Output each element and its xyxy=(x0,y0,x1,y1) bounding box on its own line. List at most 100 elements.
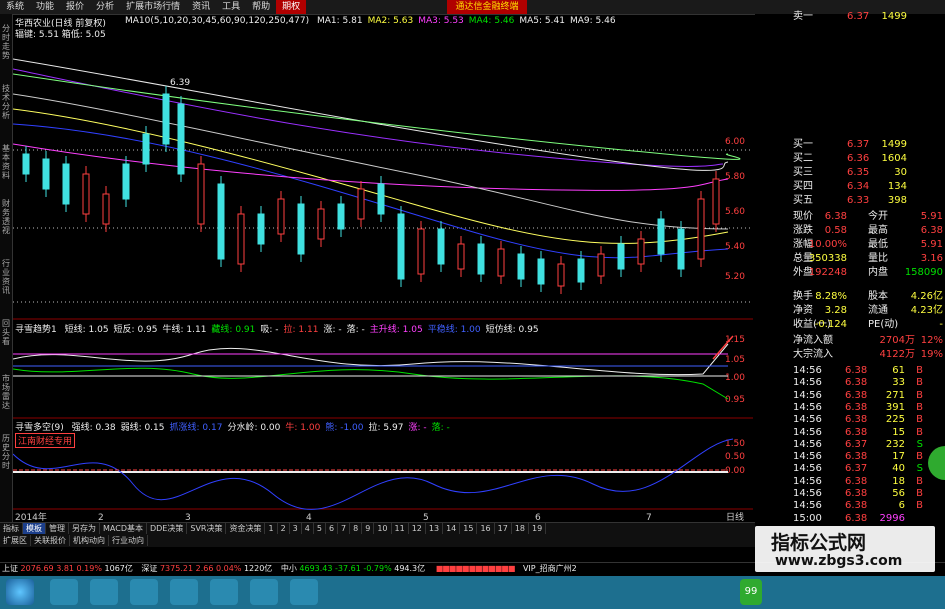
menu-warn-badge[interactable]: 通达信金融终端 xyxy=(447,0,527,14)
flow-value: 4122万 xyxy=(879,349,915,360)
left-tab-7[interactable]: 历史分时 xyxy=(0,434,12,470)
taskbar-app-icon-2[interactable] xyxy=(210,579,238,605)
toolbar-tab-2[interactable]: 管理 xyxy=(46,523,69,534)
candle-body xyxy=(22,153,30,175)
menu-item-2[interactable]: 报价 xyxy=(60,0,90,14)
toolbar-tab-17[interactable]: 10 xyxy=(374,523,392,534)
tick-time: 14:56 xyxy=(793,451,822,463)
main-chart-area[interactable]: 6.00 5.80 5.60 5.40 5.20 1.15 1.05 1.00 0.95 1.50… xyxy=(12,14,753,523)
left-tab-0[interactable]: 分时走势 xyxy=(0,24,12,60)
stat-value: 6.38 xyxy=(824,211,847,222)
left-tab-5[interactable]: 回头看 xyxy=(0,319,12,346)
toolbar-tab-1[interactable]: 模板 xyxy=(23,523,46,534)
sh-pct: 0.19% xyxy=(76,564,102,573)
toolbar-tab-12[interactable]: 5 xyxy=(314,523,326,534)
order-label: 买五 xyxy=(793,195,813,206)
sub-legend: 辐键: 5.51 箱低: 5.05 xyxy=(15,30,106,40)
toolbar-tab-24[interactable]: 17 xyxy=(495,523,512,534)
menu-item-7[interactable]: 帮助 xyxy=(246,0,276,14)
left-tab-4[interactable]: 行业资讯 xyxy=(0,259,12,295)
tick-side: B xyxy=(916,475,923,487)
candle-body xyxy=(677,228,685,270)
toolbar-tab-23[interactable]: 16 xyxy=(477,523,495,534)
watermark: 指标公式网 www.zbgs3.com xyxy=(735,520,935,580)
toolbar-tab-7[interactable]: 资金决策 xyxy=(226,523,266,534)
toolbar-area-tab-2[interactable]: 机构动向 xyxy=(70,535,109,546)
stat-label: 今开 xyxy=(868,211,888,222)
chart-canvas[interactable]: 6.00 5.80 5.60 5.40 5.20 1.15 1.05 1.00 0.95 1.50… xyxy=(12,14,753,523)
tick-price: 6.38 xyxy=(845,414,868,426)
toolbar-tab-8[interactable]: 1 xyxy=(265,523,278,534)
toolbar-tab-26[interactable]: 19 xyxy=(529,523,547,534)
toolbar-tab-21[interactable]: 14 xyxy=(443,523,461,534)
stat-row: 总量 350338 量比 3.16 xyxy=(755,252,945,265)
zx-pct: -0.79% xyxy=(363,564,392,573)
taskbar-ie-icon[interactable] xyxy=(50,579,78,605)
tick-volume: 225 xyxy=(885,414,905,426)
order-volume: 1604 xyxy=(881,153,907,164)
ind1legend-item-6: 涨: - xyxy=(323,325,342,335)
left-tab-6[interactable]: 市场雷达 xyxy=(0,374,12,410)
toolbar-tab-18[interactable]: 11 xyxy=(392,523,409,534)
toolbar-area-tab-1[interactable]: 关联报价 xyxy=(31,535,70,546)
toolbar-tab-19[interactable]: 12 xyxy=(409,523,426,534)
menu-item-5[interactable]: 资讯 xyxy=(186,0,216,14)
tray-badge[interactable]: 99 xyxy=(740,579,762,605)
toolbar-area-tab-0[interactable]: 扩展区 xyxy=(0,535,31,546)
tick-volume: 391 xyxy=(885,401,905,413)
toolbar-tab-20[interactable]: 13 xyxy=(426,523,444,534)
price-axis-label: 5.40 xyxy=(725,242,745,252)
indicator1-legend: 寻雪趋势1 短线: 1.05 短反: 0.95 牛线: 1.11 藏线: 0.91 吸:… xyxy=(15,322,539,335)
taskbar-browser-icon[interactable] xyxy=(90,579,118,605)
finance-label: 股本 xyxy=(868,291,888,302)
toolbar-tab-16[interactable]: 9 xyxy=(362,523,375,534)
tick-side: B xyxy=(916,426,923,438)
tick-price: 6.38 xyxy=(845,451,868,463)
taskbar-app-icon-4[interactable] xyxy=(290,579,318,605)
left-tab-2[interactable]: 基本资料 xyxy=(0,144,12,180)
malegend-item-0: MA1: 5.81 xyxy=(317,16,363,26)
toolbar-tab-25[interactable]: 18 xyxy=(512,523,529,534)
finance-row: 净资 3.28 流通 4.23亿 xyxy=(755,304,945,317)
tick-side: B xyxy=(916,414,923,426)
toolbar-area-tab-3[interactable]: 行业动向 xyxy=(109,535,148,546)
toolbar-tab-22[interactable]: 15 xyxy=(460,523,478,534)
watermark-title: 指标公式网 xyxy=(771,532,867,554)
toolbar-tab-11[interactable]: 4 xyxy=(302,523,314,534)
toolbar-tab-4[interactable]: MACD基本 xyxy=(100,523,147,534)
menu-item-3[interactable]: 分析 xyxy=(90,0,120,14)
candle-body xyxy=(102,193,110,225)
toolbar-tab-14[interactable]: 7 xyxy=(338,523,351,534)
taskbar-app-icon-1[interactable] xyxy=(170,579,198,605)
toolbar-tab-13[interactable]: 6 xyxy=(326,523,339,534)
toolbar-tab-9[interactable]: 2 xyxy=(278,523,290,534)
toolbar-tab-15[interactable]: 8 xyxy=(350,523,363,534)
ind1legend-item-9: 平稳线: 1.00 xyxy=(427,325,481,335)
left-tab-3[interactable]: 财务透视 xyxy=(0,199,12,235)
tick-side: B xyxy=(916,389,923,401)
toolbar-tab-0[interactable]: 指标 xyxy=(0,523,23,534)
start-button[interactable] xyxy=(6,579,34,605)
tick-side: S xyxy=(916,463,923,475)
menu-item-8[interactable]: 期权 xyxy=(276,0,307,14)
menu-item-1[interactable]: 功能 xyxy=(30,0,60,14)
menu-item-4[interactable]: 扩展市场行情 xyxy=(120,0,186,14)
tick-row: 14:56 6.37 232 S xyxy=(755,438,945,451)
toolbar-tab-10[interactable]: 3 xyxy=(290,523,302,534)
menu-item-0[interactable]: 系统 xyxy=(0,0,30,14)
candle-body xyxy=(62,163,70,205)
order-volume: 30 xyxy=(894,167,907,178)
menu-item-6[interactable]: 工具 xyxy=(216,0,246,14)
candle-body xyxy=(317,208,325,240)
ind2legend-item-7: 涨: - xyxy=(408,423,427,433)
left-tab-1[interactable]: 技术分析 xyxy=(0,84,12,120)
ind1-line-b xyxy=(12,367,729,400)
taskbar-app-icon-3[interactable] xyxy=(250,579,278,605)
toolbar-tab-5[interactable]: DDE决策 xyxy=(147,523,188,534)
ind2legend-item-4: 牛: 1.00 xyxy=(285,423,321,433)
tick-row: 14:56 6.38 17 B xyxy=(755,450,945,463)
order-label: 买四 xyxy=(793,181,813,192)
taskbar-folder-icon[interactable] xyxy=(130,579,158,605)
toolbar-tab-6[interactable]: SVR决策 xyxy=(187,523,227,534)
toolbar-tab-3[interactable]: 另存为 xyxy=(69,523,100,534)
